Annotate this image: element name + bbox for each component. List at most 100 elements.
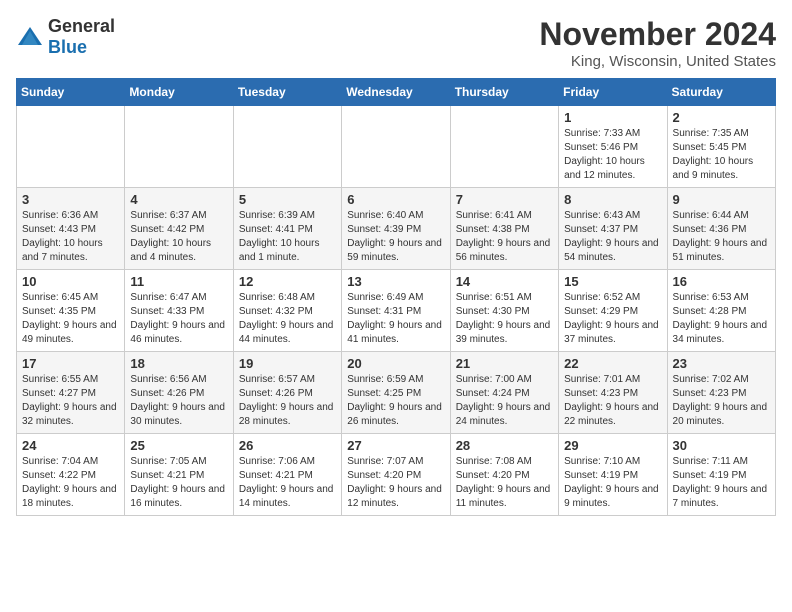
calendar-cell	[17, 106, 125, 188]
header-row: SundayMondayTuesdayWednesdayThursdayFrid…	[17, 79, 776, 106]
header: General Blue November 2024 King, Wiscons…	[16, 16, 776, 70]
day-number: 5	[239, 192, 336, 207]
week-row-3: 17Sunrise: 6:55 AM Sunset: 4:27 PM Dayli…	[17, 352, 776, 434]
day-number: 19	[239, 356, 336, 371]
weekday-header-thursday: Thursday	[450, 79, 558, 106]
day-number: 9	[673, 192, 770, 207]
day-info: Sunrise: 6:40 AM Sunset: 4:39 PM Dayligh…	[347, 209, 444, 265]
day-info: Sunrise: 6:47 AM Sunset: 4:33 PM Dayligh…	[130, 291, 227, 347]
day-info: Sunrise: 6:53 AM Sunset: 4:28 PM Dayligh…	[673, 291, 770, 347]
day-info: Sunrise: 7:01 AM Sunset: 4:23 PM Dayligh…	[564, 373, 661, 429]
logo-icon	[16, 25, 44, 49]
day-info: Sunrise: 7:06 AM Sunset: 4:21 PM Dayligh…	[239, 455, 336, 511]
day-info: Sunrise: 7:05 AM Sunset: 4:21 PM Dayligh…	[130, 455, 227, 511]
day-info: Sunrise: 7:35 AM Sunset: 5:45 PM Dayligh…	[673, 127, 770, 183]
day-number: 26	[239, 438, 336, 453]
day-number: 25	[130, 438, 227, 453]
calendar-cell: 28Sunrise: 7:08 AM Sunset: 4:20 PM Dayli…	[450, 434, 558, 516]
day-info: Sunrise: 6:52 AM Sunset: 4:29 PM Dayligh…	[564, 291, 661, 347]
day-number: 18	[130, 356, 227, 371]
day-info: Sunrise: 6:36 AM Sunset: 4:43 PM Dayligh…	[22, 209, 119, 265]
day-number: 15	[564, 274, 661, 289]
calendar-cell: 11Sunrise: 6:47 AM Sunset: 4:33 PM Dayli…	[125, 270, 233, 352]
main-title: November 2024	[539, 16, 776, 53]
logo-general: General	[48, 16, 115, 36]
calendar-cell: 14Sunrise: 6:51 AM Sunset: 4:30 PM Dayli…	[450, 270, 558, 352]
day-number: 10	[22, 274, 119, 289]
weekday-header-monday: Monday	[125, 79, 233, 106]
day-number: 20	[347, 356, 444, 371]
day-info: Sunrise: 6:39 AM Sunset: 4:41 PM Dayligh…	[239, 209, 336, 265]
day-number: 27	[347, 438, 444, 453]
day-number: 21	[456, 356, 553, 371]
weekday-header-friday: Friday	[559, 79, 667, 106]
day-number: 3	[22, 192, 119, 207]
calendar-cell: 9 Sunrise: 6:44 AM Sunset: 4:36 PM Daylig…	[667, 188, 775, 270]
day-info: Sunrise: 6:57 AM Sunset: 4:26 PM Dayligh…	[239, 373, 336, 429]
calendar-header: SundayMondayTuesdayWednesdayThursdayFrid…	[17, 79, 776, 106]
calendar-cell: 15 Sunrise: 6:52 AM Sunset: 4:29 PM Dayli…	[559, 270, 667, 352]
day-number: 28	[456, 438, 553, 453]
calendar-cell: 19 Sunrise: 6:57 AM Sunset: 4:26 PM Dayli…	[233, 352, 341, 434]
day-number: 4	[130, 192, 227, 207]
day-info: Sunrise: 7:00 AM Sunset: 4:24 PM Dayligh…	[456, 373, 553, 429]
day-info: Sunrise: 6:41 AM Sunset: 4:38 PM Dayligh…	[456, 209, 553, 265]
day-info: Sunrise: 6:43 AM Sunset: 4:37 PM Dayligh…	[564, 209, 661, 265]
calendar-cell: 6 Sunrise: 6:40 AM Sunset: 4:39 PM Daylig…	[342, 188, 450, 270]
day-info: Sunrise: 6:45 AM Sunset: 4:35 PM Dayligh…	[22, 291, 119, 347]
calendar-cell	[125, 106, 233, 188]
day-info: Sunrise: 7:10 AM Sunset: 4:19 PM Dayligh…	[564, 455, 661, 511]
calendar-cell: 23 Sunrise: 7:02 AM Sunset: 4:23 PM Dayli…	[667, 352, 775, 434]
day-info: Sunrise: 6:37 AM Sunset: 4:42 PM Dayligh…	[130, 209, 227, 265]
day-info: Sunrise: 6:56 AM Sunset: 4:26 PM Dayligh…	[130, 373, 227, 429]
calendar-cell: 13Sunrise: 6:49 AM Sunset: 4:31 PM Dayli…	[342, 270, 450, 352]
day-info: Sunrise: 6:49 AM Sunset: 4:31 PM Dayligh…	[347, 291, 444, 347]
day-number: 29	[564, 438, 661, 453]
day-number: 30	[673, 438, 770, 453]
day-info: Sunrise: 7:33 AM Sunset: 5:46 PM Dayligh…	[564, 127, 661, 183]
title-block: November 2024 King, Wisconsin, United St…	[539, 16, 776, 70]
calendar-cell: 1 Sunrise: 7:33 AM Sunset: 5:46 PM Daylig…	[559, 106, 667, 188]
weekday-header-wednesday: Wednesday	[342, 79, 450, 106]
calendar-cell: 26 Sunrise: 7:06 AM Sunset: 4:21 PM Dayli…	[233, 434, 341, 516]
day-info: Sunrise: 7:11 AM Sunset: 4:19 PM Dayligh…	[673, 455, 770, 511]
week-row-4: 24 Sunrise: 7:04 AM Sunset: 4:22 PM Dayli…	[17, 434, 776, 516]
calendar-cell: 20 Sunrise: 6:59 AM Sunset: 4:25 PM Dayli…	[342, 352, 450, 434]
day-number: 12	[239, 274, 336, 289]
weekday-header-saturday: Saturday	[667, 79, 775, 106]
day-info: Sunrise: 7:04 AM Sunset: 4:22 PM Dayligh…	[22, 455, 119, 511]
day-number: 17	[22, 356, 119, 371]
calendar-cell: 29 Sunrise: 7:10 AM Sunset: 4:19 PM Dayli…	[559, 434, 667, 516]
day-info: Sunrise: 6:44 AM Sunset: 4:36 PM Dayligh…	[673, 209, 770, 265]
calendar-cell: 10 Sunrise: 6:45 AM Sunset: 4:35 PM Dayli…	[17, 270, 125, 352]
day-number: 24	[22, 438, 119, 453]
logo-blue: Blue	[48, 37, 87, 57]
weekday-header-tuesday: Tuesday	[233, 79, 341, 106]
calendar-cell	[450, 106, 558, 188]
calendar-cell: 27 Sunrise: 7:07 AM Sunset: 4:20 PM Dayli…	[342, 434, 450, 516]
logo-text: General Blue	[48, 16, 115, 58]
day-info: Sunrise: 6:59 AM Sunset: 4:25 PM Dayligh…	[347, 373, 444, 429]
weekday-header-sunday: Sunday	[17, 79, 125, 106]
calendar-cell: 2Sunrise: 7:35 AM Sunset: 5:45 PM Daylig…	[667, 106, 775, 188]
day-info: Sunrise: 7:07 AM Sunset: 4:20 PM Dayligh…	[347, 455, 444, 511]
calendar-cell	[342, 106, 450, 188]
calendar-cell	[233, 106, 341, 188]
calendar-cell: 5 Sunrise: 6:39 AM Sunset: 4:41 PM Daylig…	[233, 188, 341, 270]
calendar-cell: 21 Sunrise: 7:00 AM Sunset: 4:24 PM Dayli…	[450, 352, 558, 434]
day-number: 23	[673, 356, 770, 371]
calendar-cell: 25 Sunrise: 7:05 AM Sunset: 4:21 PM Dayli…	[125, 434, 233, 516]
calendar-cell: 17Sunrise: 6:55 AM Sunset: 4:27 PM Dayli…	[17, 352, 125, 434]
day-number: 6	[347, 192, 444, 207]
calendar-table: SundayMondayTuesdayWednesdayThursdayFrid…	[16, 78, 776, 516]
calendar-cell: 4 Sunrise: 6:37 AM Sunset: 4:42 PM Daylig…	[125, 188, 233, 270]
calendar-cell: 3 Sunrise: 6:36 AM Sunset: 4:43 PM Daylig…	[17, 188, 125, 270]
calendar-cell: 12Sunrise: 6:48 AM Sunset: 4:32 PM Dayli…	[233, 270, 341, 352]
calendar-cell: 22 Sunrise: 7:01 AM Sunset: 4:23 PM Dayli…	[559, 352, 667, 434]
day-number: 22	[564, 356, 661, 371]
week-row-0: 1 Sunrise: 7:33 AM Sunset: 5:46 PM Daylig…	[17, 106, 776, 188]
day-info: Sunrise: 6:51 AM Sunset: 4:30 PM Dayligh…	[456, 291, 553, 347]
day-number: 1	[564, 110, 661, 125]
day-number: 8	[564, 192, 661, 207]
day-info: Sunrise: 7:02 AM Sunset: 4:23 PM Dayligh…	[673, 373, 770, 429]
